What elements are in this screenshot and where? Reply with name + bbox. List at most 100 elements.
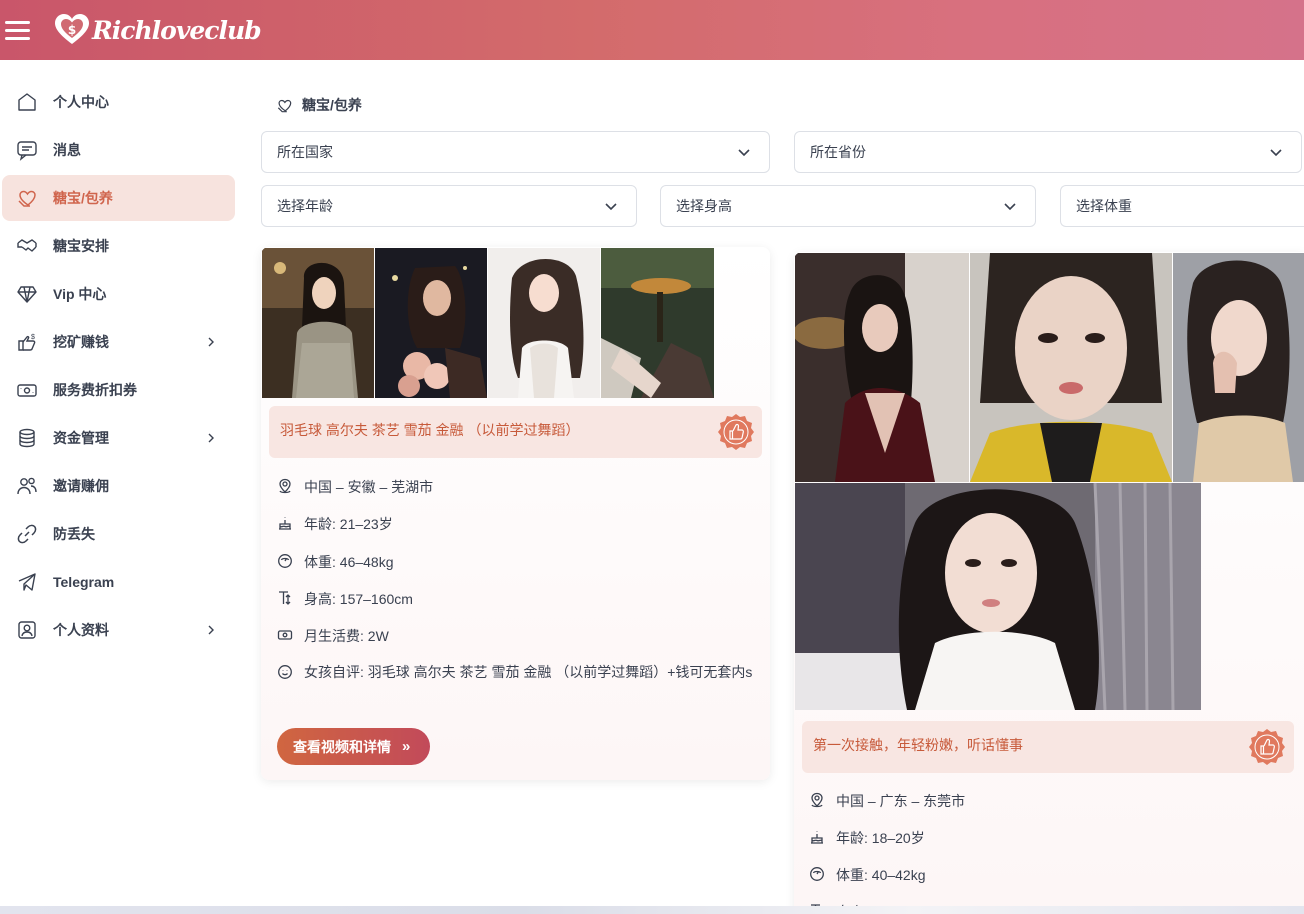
chevron-down-icon (605, 203, 617, 211)
telegram-icon (16, 571, 38, 593)
sidebar-item-label: 个人中心 (53, 94, 109, 110)
profile-photo[interactable] (970, 253, 1172, 482)
age-text: 年龄: 18–20岁 (836, 830, 925, 846)
page-title: 糖宝/包养 (302, 97, 362, 113)
view-details-label: 查看视频和详情 (293, 738, 391, 755)
self-review-text: 女孩自评: 羽毛球 高尔夫 茶艺 雪茄 金融 （以前学过舞蹈）+钱可无套内s (304, 664, 753, 680)
weight-row: 体重: 40–42kg (809, 865, 1289, 885)
sidebar-item-label: 挖矿赚钱 (53, 334, 109, 350)
diamond-icon (16, 283, 38, 305)
view-details-button[interactable]: 查看视频和详情 » (277, 728, 430, 765)
profile-photo[interactable] (1173, 253, 1304, 482)
heart-dollar-logo-icon: $ (55, 14, 89, 44)
location-row: 中国 – 安徽 – 芜湖市 (277, 477, 757, 497)
chevron-down-icon (738, 149, 750, 157)
bottom-edge (0, 906, 1304, 914)
height-select[interactable]: 选择身高 (660, 185, 1036, 227)
sidebar-item-telegram[interactable]: Telegram (2, 559, 235, 605)
users-icon (16, 475, 38, 497)
age-select[interactable]: 选择年龄 (261, 185, 637, 227)
sidebar-item-service-coupon[interactable]: 服务费折扣券 (2, 367, 235, 413)
allowance-text: 月生活费: 2W (304, 628, 389, 644)
location-icon (811, 792, 823, 808)
sidebar-item-invite[interactable]: 邀请赚佣 (2, 463, 235, 509)
sidebar-item-label: Vip 中心 (53, 286, 107, 302)
profile-photo[interactable] (488, 248, 600, 398)
profile-icon (16, 619, 38, 641)
heart-hand-icon (16, 187, 38, 209)
tagline-text: 羽毛球 高尔夫 茶艺 雪茄 金融 （以前学过舞蹈） (280, 422, 580, 438)
breadcrumb: 糖宝/包养 (276, 94, 362, 116)
location-text: 中国 – 安徽 – 芜湖市 (304, 479, 434, 495)
link-icon (16, 523, 38, 545)
tagline-banner: 羽毛球 高尔夫 茶艺 雪茄 金融 （以前学过舞蹈） (269, 406, 762, 458)
age-row: 年龄: 21–23岁 (277, 514, 757, 534)
profile-photo[interactable] (262, 248, 374, 398)
profile-card[interactable]: 羽毛球 高尔夫 茶艺 雪茄 金融 （以前学过舞蹈） 中国 – 安徽 – 芜湖市 … (261, 247, 770, 780)
sidebar-item-label: Telegram (53, 574, 115, 590)
height-select-value: 选择身高 (676, 198, 732, 214)
heart-hand-icon (277, 99, 292, 112)
chevron-down-icon (1270, 149, 1282, 157)
double-chevron-right-icon: » (402, 738, 411, 755)
sidebar-item-label: 糖宝/包养 (53, 190, 113, 206)
svg-text:$: $ (31, 334, 35, 341)
province-select-value: 所在省份 (810, 144, 866, 160)
sidebar-item-anti-loss[interactable]: 防丢失 (2, 511, 235, 557)
thumbs-up-badge-icon[interactable] (1248, 728, 1286, 766)
sidebar-item-messages[interactable]: 消息 (2, 127, 235, 173)
weight-select[interactable]: 选择体重 (1060, 185, 1304, 227)
cake-icon (811, 831, 823, 844)
location-icon (279, 478, 291, 494)
profile-card[interactable]: 第一次接触，年轻粉嫩，听话懂事 中国 – 广东 – 东莞市 年龄: 18–20岁… (794, 252, 1304, 914)
sidebar-item-label: 服务费折扣券 (53, 382, 137, 398)
handshake-icon (16, 235, 38, 257)
brand-logo[interactable]: $ Richloveclub (54, 10, 262, 50)
cake-icon (279, 517, 291, 530)
sidebar-item-personal-center[interactable]: 个人中心 (2, 79, 235, 125)
profile-photo[interactable] (795, 483, 1201, 710)
sidebar-item-profile[interactable]: 个人资料 (2, 607, 235, 653)
sidebar-item-label: 防丢失 (53, 526, 95, 542)
province-select[interactable]: 所在省份 (794, 131, 1302, 173)
profile-photo[interactable] (601, 248, 714, 398)
sidebar: 个人中心 消息 糖宝/包养 糖宝安排 Vip 中心 $ 挖矿赚钱 服务费折扣券 … (0, 60, 240, 914)
country-select-value: 所在国家 (277, 144, 333, 160)
sidebar-item-label: 消息 (53, 142, 81, 158)
svg-text:$: $ (68, 23, 76, 37)
country-select[interactable]: 所在国家 (261, 131, 770, 173)
sidebar-item-label: 邀请赚佣 (53, 478, 109, 494)
sidebar-item-arrangement[interactable]: 糖宝安排 (2, 223, 235, 269)
chat-icon (16, 139, 38, 161)
money-hand-icon: $ (16, 331, 38, 353)
tagline-text: 第一次接触，年轻粉嫩，听话懂事 (813, 737, 1023, 753)
chevron-right-icon (208, 337, 214, 347)
brand-name: Richloveclub (92, 15, 262, 45)
sidebar-item-sugar-baby[interactable]: 糖宝/包养 (2, 175, 235, 221)
height-row: 身高: 157–160cm (277, 589, 757, 609)
profile-photo[interactable] (795, 253, 969, 482)
weight-text: 体重: 40–42kg (836, 867, 926, 883)
chevron-right-icon (208, 625, 214, 635)
profile-photo[interactable] (375, 248, 487, 398)
sidebar-item-mining[interactable]: $ 挖矿赚钱 (2, 319, 235, 365)
cash-icon (16, 379, 38, 401)
height-icon (279, 591, 291, 605)
chevron-right-icon (208, 433, 214, 443)
weight-select-value: 选择体重 (1076, 198, 1132, 214)
sidebar-item-vip[interactable]: Vip 中心 (2, 271, 235, 317)
cash-icon (277, 630, 293, 640)
sidebar-item-label: 资金管理 (53, 430, 109, 446)
age-select-value: 选择年龄 (277, 198, 333, 214)
height-text: 身高: 157–160cm (304, 591, 413, 607)
scale-icon (278, 554, 292, 568)
thumbs-up-badge-icon[interactable] (717, 413, 755, 451)
tagline-banner: 第一次接触，年轻粉嫩，听话懂事 (802, 721, 1294, 773)
allowance-row: 月生活费: 2W (277, 626, 757, 646)
weight-text: 体重: 46–48kg (304, 554, 394, 570)
coins-icon (16, 427, 38, 449)
sidebar-item-funds[interactable]: 资金管理 (2, 415, 235, 461)
hamburger-icon[interactable] (5, 21, 30, 41)
top-header: $ Richloveclub (0, 0, 1304, 60)
sidebar-item-label: 糖宝安排 (53, 238, 109, 254)
